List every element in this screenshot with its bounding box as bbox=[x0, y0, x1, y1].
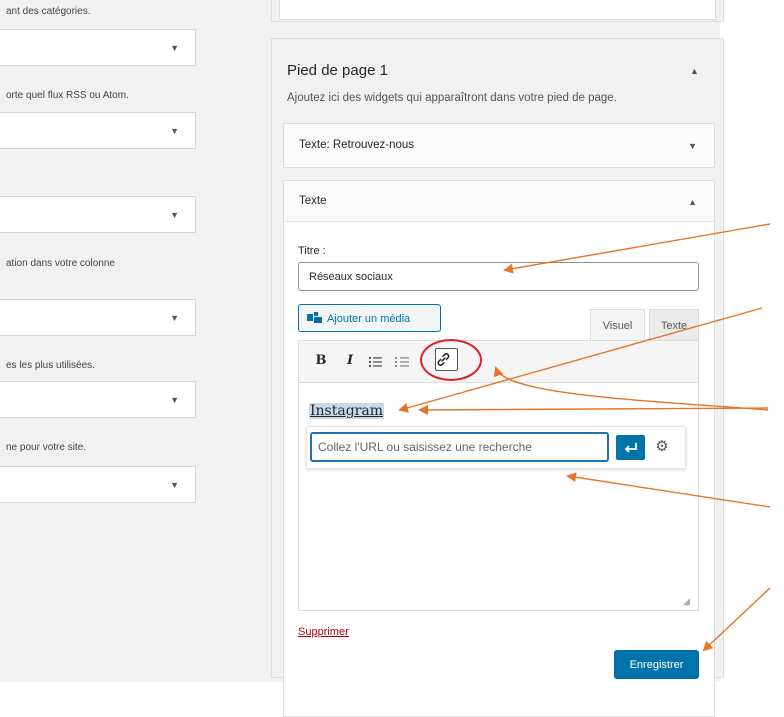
caret-down-icon: ▼ bbox=[170, 395, 179, 405]
highlight-circle-annotation bbox=[420, 339, 482, 381]
left-widget-description-3: es les plus utilisées. bbox=[6, 360, 95, 371]
left-top-description: ant des catégories. bbox=[6, 6, 91, 17]
previous-widget-area bbox=[279, 0, 716, 20]
caret-down-icon: ▼ bbox=[170, 210, 179, 220]
caret-down-icon: ▼ bbox=[170, 126, 179, 136]
widget-title: Texte: Retrouvez-nous bbox=[299, 139, 415, 151]
tab-text[interactable]: Texte bbox=[649, 309, 699, 341]
left-widget-select-1[interactable]: ▼ bbox=[0, 29, 196, 66]
collapse-arrow-icon[interactable]: ▲ bbox=[688, 197, 697, 207]
selected-editor-text[interactable]: Instagram bbox=[309, 403, 384, 419]
left-widget-select-2[interactable]: ▼ bbox=[0, 112, 196, 149]
media-icon bbox=[307, 312, 322, 323]
italic-button[interactable]: I bbox=[339, 350, 361, 372]
caret-down-icon: ▼ bbox=[170, 43, 179, 53]
caret-down-icon: ▼ bbox=[170, 480, 179, 490]
widget-retrouvez-nous[interactable]: Texte: Retrouvez-nous ▼ bbox=[283, 123, 715, 168]
url-search-input[interactable]: Collez l'URL ou saisissez une recherche bbox=[311, 433, 608, 461]
left-widget-select-6[interactable]: ▼ bbox=[0, 466, 196, 503]
title-label: Titre : bbox=[298, 245, 326, 257]
bold-button[interactable]: B bbox=[310, 350, 332, 372]
left-widget-description-4: ne pour votre site. bbox=[6, 442, 87, 453]
screenshot-stage: ant des catégories. ▼ orte quel flux RSS… bbox=[0, 0, 784, 717]
left-widget-column: ant des catégories. ▼ orte quel flux RSS… bbox=[0, 0, 236, 682]
delete-link[interactable]: Supprimer bbox=[298, 626, 349, 638]
add-media-label: Ajouter un média bbox=[327, 313, 411, 325]
sidebar-description: Ajoutez ici des widgets qui apparaîtront… bbox=[287, 92, 617, 104]
caret-down-icon: ▼ bbox=[170, 313, 179, 323]
numbered-list-icon[interactable] bbox=[391, 350, 413, 372]
left-widget-select-3[interactable]: ▼ bbox=[0, 196, 196, 233]
sidebar-title[interactable]: Pied de page 1 bbox=[287, 62, 388, 79]
add-media-button[interactable]: Ajouter un média bbox=[298, 304, 441, 332]
left-widget-select-5[interactable]: ▼ bbox=[0, 381, 196, 418]
apply-link-button[interactable] bbox=[616, 435, 645, 460]
resize-handle-icon[interactable]: ◢ bbox=[683, 596, 693, 606]
widget-title: Texte bbox=[299, 195, 327, 207]
tab-visual[interactable]: Visuel bbox=[590, 309, 645, 341]
collapse-arrow-icon[interactable]: ▲ bbox=[690, 66, 699, 76]
gear-icon[interactable]: ⚙ bbox=[651, 436, 673, 458]
right-margin bbox=[720, 0, 784, 682]
enter-icon bbox=[624, 443, 637, 453]
left-widget-description-1: orte quel flux RSS ou Atom. bbox=[6, 90, 129, 101]
bulleted-list-icon[interactable] bbox=[364, 350, 386, 372]
expand-arrow-icon[interactable]: ▼ bbox=[688, 141, 697, 151]
left-widget-select-4[interactable]: ▼ bbox=[0, 299, 196, 336]
left-widget-description-2: ation dans votre colonne bbox=[6, 258, 115, 269]
save-button[interactable]: Enregistrer bbox=[614, 650, 699, 679]
title-input[interactable]: Réseaux sociaux bbox=[298, 262, 699, 291]
widget-texte-header[interactable]: Texte ▲ bbox=[283, 180, 715, 222]
